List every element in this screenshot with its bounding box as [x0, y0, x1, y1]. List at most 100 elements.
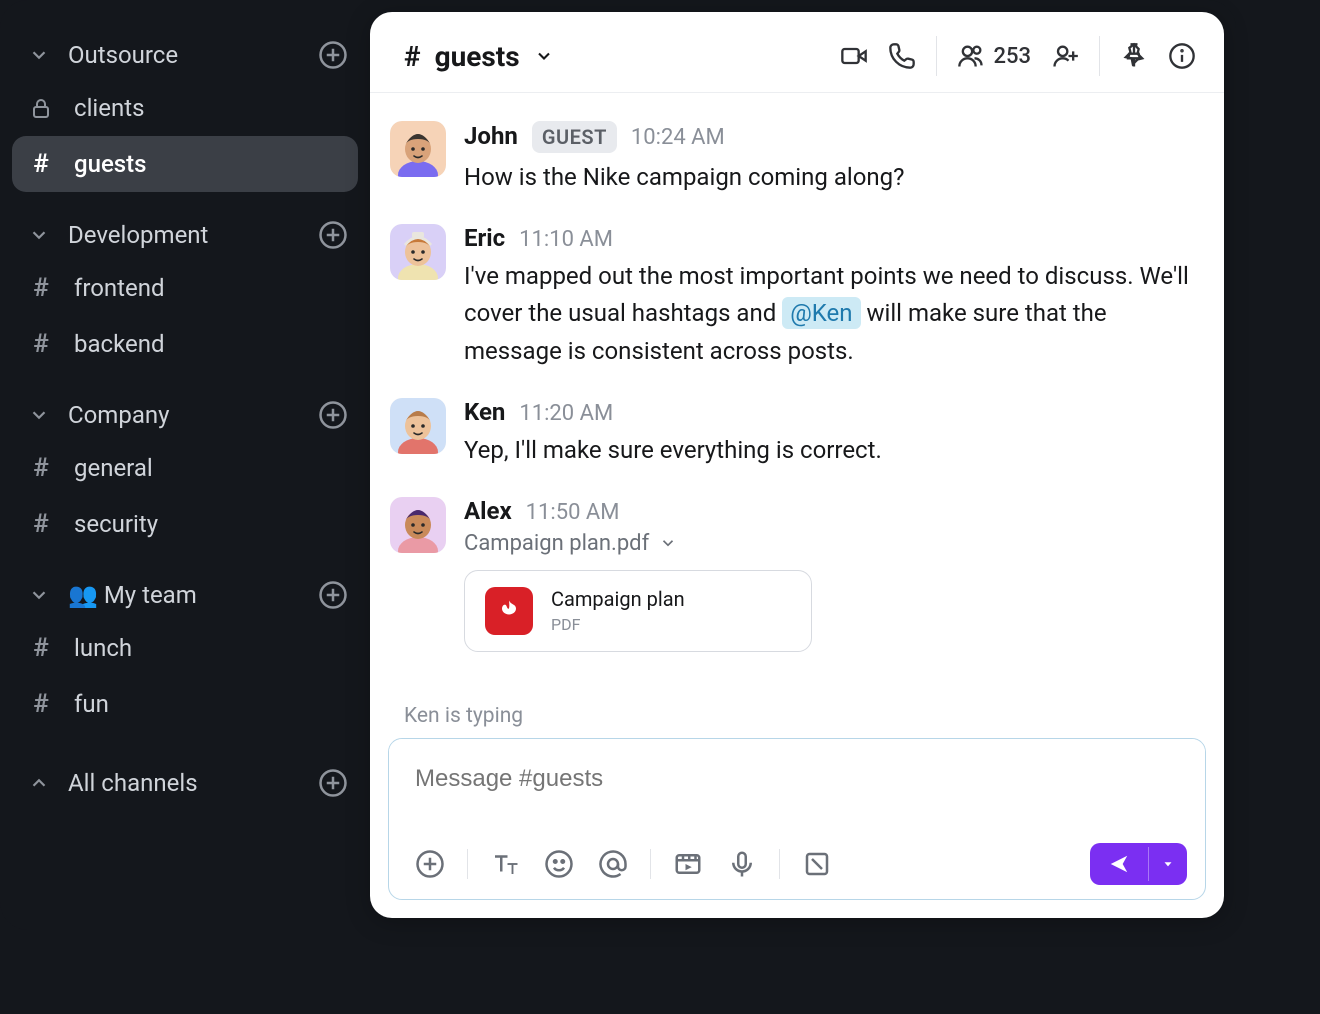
- avatar[interactable]: [390, 497, 446, 553]
- channel-label: guests: [74, 150, 147, 178]
- hash-icon: #: [28, 691, 54, 717]
- hash-icon: #: [404, 40, 421, 73]
- send-icon: [1090, 843, 1148, 885]
- message-time: 10:24 AM: [631, 125, 725, 150]
- chat-panel: #guests 253: [370, 12, 1224, 918]
- divider: [650, 849, 651, 879]
- composer-toolbar: [389, 833, 1205, 899]
- chat-header: #guests 253: [370, 12, 1224, 93]
- microphone-icon[interactable]: [719, 849, 765, 879]
- add-channel-icon[interactable]: [318, 40, 348, 70]
- text-format-icon[interactable]: [482, 849, 528, 879]
- all-channels-button[interactable]: All channels: [12, 758, 358, 808]
- group-name: 👥 My team: [68, 581, 300, 609]
- group-header[interactable]: Development: [12, 210, 358, 260]
- mention-icon[interactable]: [590, 849, 636, 879]
- message-author: Eric: [464, 224, 505, 252]
- message: Eric 11:10 AM I've mapped out the most imp…: [390, 214, 1196, 388]
- channel-title[interactable]: #guests: [404, 40, 554, 73]
- message-author: Alex: [464, 497, 512, 525]
- hash-icon: #: [28, 511, 54, 537]
- file-name: Campaign plan: [551, 587, 685, 611]
- avatar[interactable]: [390, 224, 446, 280]
- sidebar-channel-guests[interactable]: # guests: [12, 136, 358, 192]
- sidebar-channel-frontend[interactable]: # frontend: [12, 260, 358, 316]
- sidebar-channel-security[interactable]: # security: [12, 496, 358, 552]
- add-channel-icon[interactable]: [318, 580, 348, 610]
- group-name: Company: [68, 401, 300, 429]
- all-channels-label: All channels: [68, 769, 300, 797]
- chevron-up-icon: [28, 772, 50, 794]
- members-button[interactable]: 253: [957, 42, 1031, 70]
- message-time: 11:20 AM: [519, 401, 613, 426]
- header-actions: 253: [840, 36, 1196, 76]
- chevron-down-icon: [28, 224, 50, 246]
- message-time: 11:50 AM: [526, 500, 620, 525]
- shortcuts-icon[interactable]: [794, 849, 840, 879]
- hash-icon: #: [28, 635, 54, 661]
- message-text: Yep, I'll make sure everything is correc…: [464, 432, 1196, 469]
- pin-icon[interactable]: [1120, 42, 1148, 70]
- group-name: Outsource: [68, 41, 300, 69]
- message-input[interactable]: [389, 739, 1205, 833]
- sidebar-channel-fun[interactable]: # fun: [12, 676, 358, 732]
- message-author: John: [464, 122, 518, 150]
- composer: [388, 738, 1206, 900]
- message: Ken11:20 AMYep, I'll make sure everythin…: [390, 388, 1196, 487]
- sidebar-channel-clients[interactable]: clients: [12, 80, 358, 136]
- send-button[interactable]: [1090, 843, 1187, 885]
- video-clip-icon[interactable]: [665, 849, 711, 879]
- add-channel-icon[interactable]: [318, 400, 348, 430]
- avatar[interactable]: [390, 121, 446, 177]
- chevron-down-icon: [659, 534, 677, 552]
- channel-label: lunch: [74, 634, 132, 662]
- attach-plus-icon[interactable]: [407, 849, 453, 879]
- channel-label: frontend: [74, 274, 165, 302]
- message-text: How is the Nike campaign coming along?: [464, 159, 1196, 196]
- sidebar-channel-general[interactable]: # general: [12, 440, 358, 496]
- hash-icon: #: [28, 331, 54, 357]
- app-frame: Outsource clients # guests Development #: [0, 0, 1236, 930]
- channel-label: security: [74, 510, 158, 538]
- info-icon[interactable]: [1168, 42, 1196, 70]
- emoji-icon[interactable]: [536, 849, 582, 879]
- channel-label: general: [74, 454, 153, 482]
- add-member-icon[interactable]: [1051, 42, 1079, 70]
- hash-icon: #: [28, 455, 54, 481]
- chevron-down-icon: [28, 44, 50, 66]
- group-header[interactable]: Company: [12, 390, 358, 440]
- message-text: I've mapped out the most important point…: [464, 258, 1196, 370]
- message-time: 11:10 AM: [519, 227, 613, 252]
- sidebar-channel-backend[interactable]: # backend: [12, 316, 358, 372]
- chevron-down-icon: [534, 46, 554, 66]
- members-icon: [957, 42, 985, 70]
- avatar[interactable]: [390, 398, 446, 454]
- message: John GUEST 10:24 AM How is the Nike campaig…: [390, 111, 1196, 214]
- sidebar: Outsource clients # guests Development #: [0, 0, 370, 930]
- add-channel-icon[interactable]: [318, 220, 348, 250]
- divider: [467, 849, 468, 879]
- pdf-icon: [485, 587, 533, 635]
- mention[interactable]: @Ken: [782, 297, 860, 329]
- message-list: John GUEST 10:24 AM How is the Nike campaig…: [370, 93, 1224, 704]
- file-type: PDF: [551, 615, 685, 634]
- divider: [936, 36, 937, 76]
- channel-label: fun: [74, 690, 109, 718]
- attachment-card[interactable]: Campaign plan PDF: [464, 570, 812, 652]
- add-channel-icon[interactable]: [318, 768, 348, 798]
- divider: [779, 849, 780, 879]
- guest-badge: GUEST: [532, 121, 617, 153]
- group-header[interactable]: Outsource: [12, 30, 358, 80]
- message: Alex 11:50 AM Campaign plan.pdf Campaign …: [390, 487, 1196, 670]
- video-call-icon[interactable]: [840, 42, 868, 70]
- phone-call-icon[interactable]: [888, 42, 916, 70]
- typing-indicator: Ken is typing: [370, 704, 1224, 738]
- group-name: Development: [68, 221, 300, 249]
- send-options-dropdown[interactable]: [1148, 847, 1187, 881]
- group-header[interactable]: 👥 My team: [12, 570, 358, 620]
- hash-icon: #: [28, 151, 54, 177]
- hash-icon: #: [28, 275, 54, 301]
- chevron-down-icon: [28, 404, 50, 426]
- sidebar-channel-lunch[interactable]: # lunch: [12, 620, 358, 676]
- attachment-toggle[interactable]: Campaign plan.pdf: [464, 531, 1196, 556]
